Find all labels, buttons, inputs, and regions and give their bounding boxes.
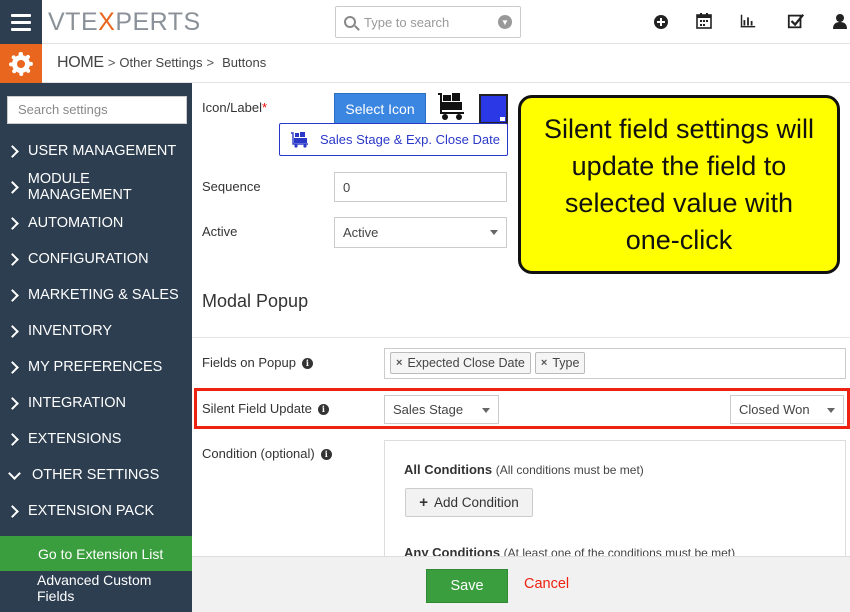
plus-circle-icon[interactable]	[652, 13, 670, 31]
popup-field-tag: × Expected Close Date	[390, 352, 531, 374]
calendar-icon[interactable]	[695, 12, 713, 30]
top-bar: VTEXPERTS Type to search ▼	[0, 0, 850, 44]
condition-label: Condition (optional) i	[202, 446, 332, 461]
remove-tag-icon[interactable]: ×	[396, 357, 402, 369]
chevron-right-icon	[6, 180, 19, 194]
plus-icon: +	[419, 494, 428, 511]
all-conditions-heading: All Conditions (All conditions must be m…	[404, 462, 644, 477]
cart-icon	[291, 131, 308, 148]
chevron-right-icon	[6, 144, 19, 158]
info-icon[interactable]: i	[301, 357, 313, 369]
sidebar-item-my-preferences[interactable]: MY PREFERENCES	[0, 349, 192, 385]
popup-fields-multiselect[interactable]: × Expected Close Date × Type	[384, 348, 846, 379]
save-button[interactable]: Save	[426, 569, 508, 603]
global-search-input[interactable]: Type to search ▼	[335, 6, 521, 38]
bar-chart-icon[interactable]	[739, 12, 757, 30]
chevron-right-icon	[6, 324, 19, 338]
search-dropdown-icon[interactable]: ▼	[498, 15, 512, 29]
chevron-right-icon	[6, 252, 19, 266]
breadcrumb-separator: >	[206, 55, 215, 70]
sidebar-item-other-settings[interactable]: OTHER SETTINGS	[0, 457, 192, 493]
sidebar-item-extensions[interactable]: EXTENSIONS	[0, 421, 192, 457]
sequence-label: Sequence	[202, 179, 261, 194]
silent-field-highlight	[194, 388, 850, 429]
sidebar-item-user-management[interactable]: USER MANAGEMENT	[0, 133, 192, 169]
chevron-right-icon	[6, 432, 19, 446]
select-icon-button[interactable]: Select Icon	[334, 93, 426, 124]
checkbox-icon[interactable]	[787, 12, 805, 30]
add-condition-button[interactable]: + Add Condition	[405, 488, 533, 517]
info-icon[interactable]: i	[320, 448, 332, 460]
hamburger-menu-icon[interactable]	[0, 0, 42, 44]
modal-popup-title: Modal Popup	[202, 291, 309, 311]
button-preview[interactable]: Sales Stage & Exp. Close Date	[279, 123, 508, 156]
popup-field-tag: × Type	[534, 352, 586, 374]
active-label: Active	[202, 224, 238, 239]
app-logo[interactable]: VTEXPERTS	[48, 8, 201, 37]
breadcrumb-buttons[interactable]: Buttons	[222, 55, 266, 70]
chevron-down-icon	[490, 230, 498, 235]
sidebar-item-inventory[interactable]: INVENTORY	[0, 313, 192, 349]
settings-sidebar: Search settings USER MANAGEMENT MODULE M…	[0, 83, 192, 612]
user-icon[interactable]	[831, 12, 849, 30]
search-icon	[344, 16, 356, 28]
chevron-right-icon	[6, 288, 19, 302]
sidebar-item-automation[interactable]: AUTOMATION	[0, 205, 192, 241]
breadcrumb-separator: >	[107, 55, 116, 70]
sidebar-item-advanced-custom-fields[interactable]: Advanced Custom Fields	[0, 572, 192, 604]
sidebar-item-module-management[interactable]: MODULE MANAGEMENT	[0, 169, 192, 205]
settings-gear-icon[interactable]	[0, 44, 42, 83]
breadcrumb-bar: HOME > Other Settings > Buttons	[0, 44, 850, 83]
sidebar-item-integration[interactable]: INTEGRATION	[0, 385, 192, 421]
sidebar-item-marketing-sales[interactable]: MARKETING & SALES	[0, 277, 192, 313]
color-picker-swatch[interactable]	[479, 94, 508, 124]
chevron-right-icon	[6, 396, 19, 410]
remove-tag-icon[interactable]: ×	[541, 357, 547, 369]
chevron-right-icon	[6, 360, 19, 374]
sidebar-item-extension-pack[interactable]: EXTENSION PACK	[0, 493, 192, 529]
annotation-callout: Silent field settings will update the fi…	[518, 95, 840, 274]
form-footer: Save Cancel	[192, 556, 850, 612]
icon-label-label: Icon/Label*	[202, 100, 268, 115]
settings-search-input[interactable]: Search settings	[7, 96, 187, 124]
chevron-right-icon	[6, 216, 19, 230]
cancel-link[interactable]: Cancel	[524, 576, 569, 592]
chevron-right-icon	[6, 504, 19, 518]
breadcrumb-other-settings[interactable]: Other Settings	[119, 55, 202, 70]
cart-icon	[438, 93, 464, 120]
global-search-placeholder: Type to search	[364, 14, 450, 30]
breadcrumb: HOME > Other Settings > Buttons	[57, 54, 266, 72]
chevron-down-icon	[8, 466, 21, 480]
section-divider	[192, 337, 850, 338]
sidebar-item-go-to-extension-list[interactable]: Go to Extension List	[0, 536, 192, 571]
sequence-input[interactable]: 0	[334, 172, 507, 202]
breadcrumb-home[interactable]: HOME	[57, 54, 104, 72]
fields-on-popup-label: Fields on Popup i	[202, 355, 313, 370]
active-select[interactable]: Active	[334, 217, 507, 248]
sidebar-item-configuration[interactable]: CONFIGURATION	[0, 241, 192, 277]
